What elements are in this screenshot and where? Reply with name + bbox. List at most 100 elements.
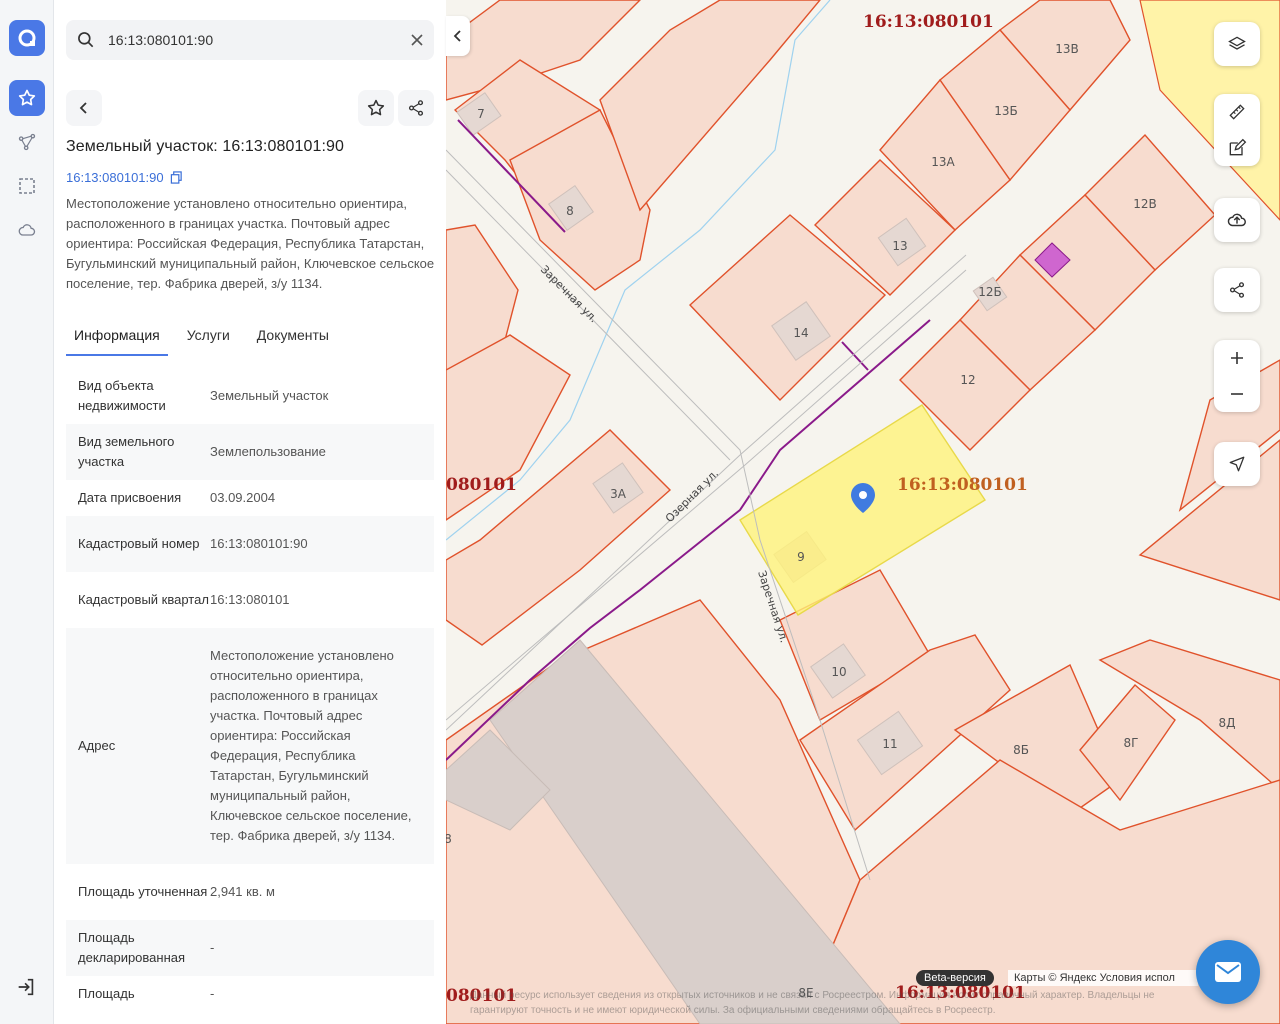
favorites-star-icon[interactable] [9,80,45,116]
share-icon[interactable] [1214,268,1260,312]
tab-services[interactable]: Услуги [179,320,238,356]
table-row: Вид объекта недвижимости Земельный участо… [66,368,434,424]
cadastral-map[interactable]: 16:13:080101 16:13:080101 080101 080101 … [446,0,1280,1024]
clear-search-icon[interactable] [410,33,424,47]
row-value: 16:13:080101 [210,592,290,607]
zoom-control[interactable] [1214,340,1260,412]
street-label: Озерная ул. [663,467,721,525]
row-value: - [210,940,215,955]
navigation-arrow-icon[interactable] [1214,442,1260,486]
share-map-control[interactable] [1214,268,1260,312]
zoom-in-icon[interactable] [1214,340,1260,376]
cloud-upload-icon[interactable] [1214,198,1260,242]
quarter-label: 16:13:080101 [863,12,994,32]
geolocation-control[interactable] [1214,442,1260,486]
route-icon[interactable] [9,124,45,160]
row-value: Местоположение установлено относительно … [210,648,412,843]
disclaimer-text: Данный ресурс использует сведения из отк… [470,990,1155,1016]
cad-number-link[interactable]: 16:13:080101:90 [66,170,183,185]
row-key: Площадь [78,986,135,1001]
search-input[interactable]: 16:13:080101:90 [66,20,434,60]
icon-rail [0,0,54,1024]
row-key: Дата присвоения [78,490,182,505]
row-value: - [210,986,215,1001]
logout-icon[interactable] [15,976,37,1003]
back-button[interactable] [66,90,102,126]
search-value[interactable]: 16:13:080101:90 [108,32,410,48]
contact-mail-button[interactable] [1196,940,1260,1004]
house-number: 12В [1133,197,1157,211]
house-number: 12Б [978,285,1002,299]
row-key: Вид земельного участка [78,434,175,469]
star-icon [367,99,385,116]
select-area-icon[interactable] [9,168,45,204]
house-number: 13Б [994,104,1018,118]
row-key: Вид объекта недвижимости [78,378,166,413]
table-row: Площадь уточненная 2,941 кв. м [66,864,434,920]
row-key: Площадь декларированная [78,930,186,965]
upload-control[interactable] [1214,198,1260,242]
mail-icon [1215,962,1241,982]
table-row: Площадь - [66,976,434,1012]
house-number: 8 [446,832,452,846]
house-number: 9 [797,550,805,564]
favorite-button[interactable] [358,90,394,126]
row-value: Земельный участок [210,388,329,403]
map-canvas[interactable]: 16:13:080101 16:13:080101 080101 080101 … [446,0,1280,1024]
row-key: Кадастровый номер [78,536,200,551]
parcel-description: Местоположение установлено относительно … [66,196,435,291]
house-number: 10 [831,665,846,679]
page-title: Земельный участок: 16:13:080101:90 [66,138,345,155]
row-value: Землепользование [210,444,326,459]
cloud-icon[interactable] [9,212,45,248]
row-value: 03.09.2004 [210,490,276,505]
row-key: Площадь уточненная [78,884,208,899]
map-attribution[interactable]: Карты © Яндекс Условия испол [1008,970,1198,986]
share-icon [408,100,424,116]
collapse-panel-button[interactable] [446,16,470,56]
table-row: Адрес Местоположение установлено относите… [66,628,434,864]
table-row: Кадастровый номер 16:13:080101:90 [66,516,434,572]
tab-information[interactable]: Информация [66,320,168,356]
house-number: 13А [931,155,955,169]
house-number: 11 [882,737,897,751]
chevron-left-icon [453,30,461,42]
table-row: Вид земельного участка Землепользование [66,424,434,480]
zoom-out-icon[interactable] [1214,376,1260,412]
beta-badge: Beta-версия [916,970,994,986]
house-number: 13В [1055,42,1079,56]
search-icon [78,32,94,48]
ruler-icon[interactable] [1214,94,1260,130]
house-number: 13 [892,239,907,253]
chevron-left-icon [79,102,87,114]
house-number: 7 [477,107,485,121]
table-row: Площадь декларированная - [66,920,434,976]
row-value: 2,941 кв. м [210,884,275,899]
info-table: Вид объекта недвижимости Земельный участо… [66,368,434,1012]
share-button[interactable] [398,90,434,126]
table-row: Кадастровый квартал 16:13:080101 [66,572,434,628]
layers-control[interactable] [1214,22,1260,66]
tab-documents[interactable]: Документы [249,320,337,356]
row-key: Адрес [78,738,116,753]
row-value: 16:13:080101:90 [210,536,308,551]
house-number: 8Г [1124,736,1139,750]
house-number: 8Д [1218,716,1235,730]
quarter-label: 16:13:080101 [897,475,1028,495]
table-row: Дата присвоения 03.09.2004 [66,480,434,516]
house-number: 14 [793,326,808,340]
cad-number-text[interactable]: 16:13:080101:90 [66,170,164,185]
layers-icon[interactable] [1214,22,1260,66]
house-number: 3А [610,487,627,501]
app-logo-icon[interactable] [9,20,45,56]
row-key: Кадастровый квартал [78,592,209,607]
edit-icon[interactable] [1214,130,1260,166]
info-tabs: Информация Услуги Документы [66,320,434,356]
copy-icon[interactable] [170,171,183,184]
house-number: 8 [566,204,574,218]
measure-control[interactable] [1214,94,1260,166]
quarter-label: 080101 [446,475,517,495]
house-number: 12 [960,373,975,387]
details-panel: 16:13:080101:90 Земельный участок: 16:13… [54,0,446,1024]
house-number: 8Б [1013,743,1029,757]
